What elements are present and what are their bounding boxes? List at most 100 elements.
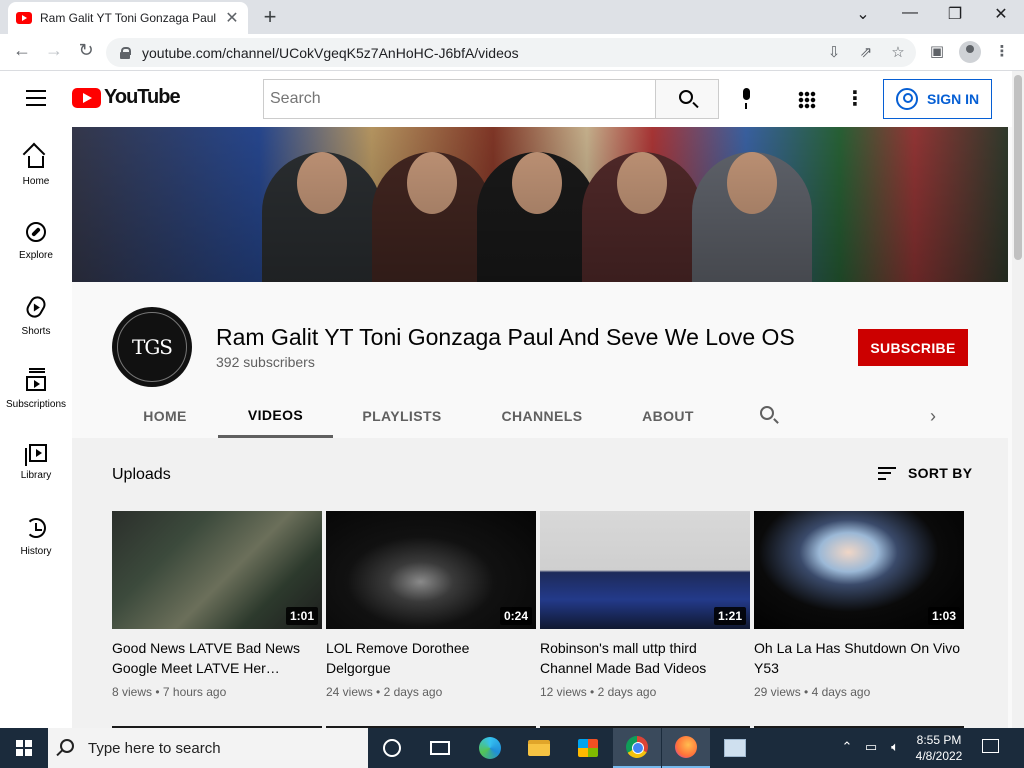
tray-chevron-up-icon[interactable]: ⌃ — [838, 739, 856, 755]
video-views: 29 views — [754, 685, 801, 699]
search-field[interactable] — [263, 79, 656, 119]
tab-channels[interactable]: CHANNELS — [471, 394, 613, 438]
chevron-right-icon[interactable]: › — [930, 406, 936, 427]
youtube-play-icon — [72, 87, 101, 108]
reload-icon[interactable]: ↻ — [74, 40, 98, 61]
chrome-app[interactable] — [613, 728, 661, 768]
cortana-button[interactable] — [368, 728, 416, 768]
channel-search-icon[interactable] — [760, 406, 774, 420]
uploads-title: Uploads — [112, 466, 171, 483]
video-card[interactable]: 0:24 LOL Remove Dorothee Delgorgue 24 vi… — [326, 511, 536, 699]
avatar-ring — [117, 312, 187, 382]
guide-label: Subscriptions — [5, 399, 67, 410]
video-thumbnail[interactable]: 1:03 — [754, 511, 964, 629]
youtube-logo[interactable]: YouTube — [72, 86, 181, 109]
video-title[interactable]: Robinson's mall uttp third Channel Made … — [540, 638, 750, 678]
task-view-button[interactable] — [416, 728, 464, 768]
browser-tab-bar: Ram Galit YT Toni Gonzaga Paul And Seve … — [0, 0, 1024, 34]
store-app[interactable] — [564, 728, 612, 768]
guide-item-subscriptions[interactable]: Subscriptions — [0, 349, 72, 423]
apps-grid-icon[interactable] — [798, 91, 816, 109]
tab-search-chevron-icon[interactable]: ⌄ — [848, 4, 878, 24]
video-title[interactable]: Good News LATVE Bad News Google Meet LAT… — [112, 638, 322, 678]
bookmark-star-icon[interactable]: ☆ — [888, 43, 908, 61]
tab-videos[interactable]: VIDEOS — [218, 394, 333, 438]
tab-home[interactable]: HOME — [112, 394, 218, 438]
tab-close-icon[interactable]: ✕ — [224, 8, 240, 28]
search-icon — [679, 90, 693, 104]
guide-item-library[interactable]: Library — [0, 423, 72, 497]
search-input[interactable] — [270, 90, 655, 108]
video-duration: 0:24 — [499, 607, 532, 625]
sort-label: SORT BY — [908, 465, 973, 481]
guide-label: Shorts — [21, 326, 51, 337]
forward-arrow-icon[interactable]: → — [42, 40, 66, 61]
browser-menu-icon[interactable]: ⋮ — [991, 42, 1013, 60]
new-tab-button[interactable]: + — [258, 4, 282, 30]
profile-avatar-icon[interactable] — [959, 41, 981, 63]
video-card[interactable]: 1:01 Good News LATVE Bad News Google Mee… — [112, 511, 322, 699]
taskbar-search-box[interactable]: Type here to search — [48, 728, 368, 768]
sign-in-label: SIGN IN — [927, 91, 980, 107]
search-button[interactable] — [655, 79, 719, 119]
start-button[interactable] — [0, 728, 48, 768]
notification-icon[interactable] — [982, 739, 999, 753]
tab-about[interactable]: ABOUT — [613, 394, 723, 438]
share-icon[interactable]: ⇗ — [856, 43, 876, 61]
browser-toolbar: ← → ↻ youtube.com/channel/UCokVgeqK5z7An… — [0, 34, 1024, 71]
video-thumbnail[interactable]: 1:21 — [540, 511, 750, 629]
install-icon[interactable]: ⇩ — [824, 43, 844, 61]
side-panel-icon[interactable]: ▣ — [926, 42, 948, 60]
guide-item-shorts[interactable]: Shorts — [0, 275, 72, 349]
guide-label: Home — [22, 176, 50, 187]
store-icon — [578, 739, 598, 757]
scrollbar-thumb[interactable] — [1014, 75, 1022, 260]
video-age: 2 days ago — [383, 685, 443, 699]
hamburger-menu-icon[interactable] — [26, 90, 46, 106]
edge-app[interactable] — [466, 728, 514, 768]
volume-icon[interactable]: 🔈︎ — [886, 739, 904, 755]
sort-by-button[interactable]: SORT BY — [878, 465, 972, 481]
url-text[interactable]: youtube.com/channel/UCokVgeqK5z7AnHoHC-J… — [142, 45, 519, 61]
back-arrow-icon[interactable]: ← — [10, 40, 34, 61]
settings-more-icon[interactable]: ⋮ — [845, 87, 865, 111]
guide-item-explore[interactable]: Explore — [0, 201, 72, 275]
page-scrollbar[interactable] — [1012, 71, 1024, 728]
browser-tab[interactable]: Ram Galit YT Toni Gonzaga Paul And Seve … — [8, 2, 248, 34]
video-duration: 1:21 — [713, 607, 746, 625]
sign-in-button[interactable]: SIGN IN — [883, 79, 992, 119]
file-explorer-app[interactable] — [515, 728, 563, 768]
channel-name: Ram Galit YT Toni Gonzaga Paul And Seve … — [216, 324, 795, 350]
video-meta: 24 views • 2 days ago — [326, 685, 443, 699]
firefox-app[interactable] — [662, 728, 710, 768]
history-icon — [26, 518, 46, 538]
system-clock[interactable]: 8:55 PM 4/8/2022 — [912, 732, 966, 764]
video-thumbnail[interactable]: 1:01 — [112, 511, 322, 629]
video-title[interactable]: LOL Remove Dorothee Delgorgue — [326, 638, 536, 678]
network-icon[interactable]: ▭ — [862, 739, 880, 755]
subscribe-button[interactable]: SUBSCRIBE — [858, 329, 968, 366]
video-card[interactable]: 1:03 Oh La La Has Shutdown On Vivo Y53 2… — [754, 511, 964, 699]
logo-text: YouTube — [104, 86, 181, 108]
guide-label: Library — [20, 470, 52, 481]
channel-avatar[interactable]: TGS — [112, 307, 192, 387]
video-thumbnail[interactable]: 0:24 — [326, 511, 536, 629]
windows-taskbar: Type here to search ⌃ ▭ 🔈︎ 8:55 PM 4/8/2… — [0, 728, 1024, 768]
guide-item-home[interactable]: Home — [0, 127, 72, 201]
video-views: 12 views — [540, 685, 587, 699]
microphone-icon[interactable] — [740, 88, 752, 110]
clock-time: 8:55 PM — [916, 733, 962, 747]
lock-icon[interactable] — [120, 46, 131, 59]
tab-playlists[interactable]: PLAYLISTS — [333, 394, 471, 438]
video-card[interactable]: 1:21 Robinson's mall uttp third Channel … — [540, 511, 750, 699]
close-window-button[interactable]: ✕ — [986, 4, 1016, 24]
guide-item-history[interactable]: History — [0, 497, 72, 571]
video-duration: 1:03 — [927, 607, 960, 625]
address-bar[interactable]: youtube.com/channel/UCokVgeqK5z7AnHoHC-J… — [106, 38, 916, 67]
paint-app[interactable] — [711, 728, 759, 768]
minimize-button[interactable]: — — [895, 4, 925, 22]
video-title[interactable]: Oh La La Has Shutdown On Vivo Y53 — [754, 638, 964, 678]
banner-shade — [72, 127, 1008, 282]
tab-title: Ram Galit YT Toni Gonzaga Paul And Seve … — [40, 11, 218, 25]
restore-button[interactable]: ❐ — [940, 4, 970, 24]
